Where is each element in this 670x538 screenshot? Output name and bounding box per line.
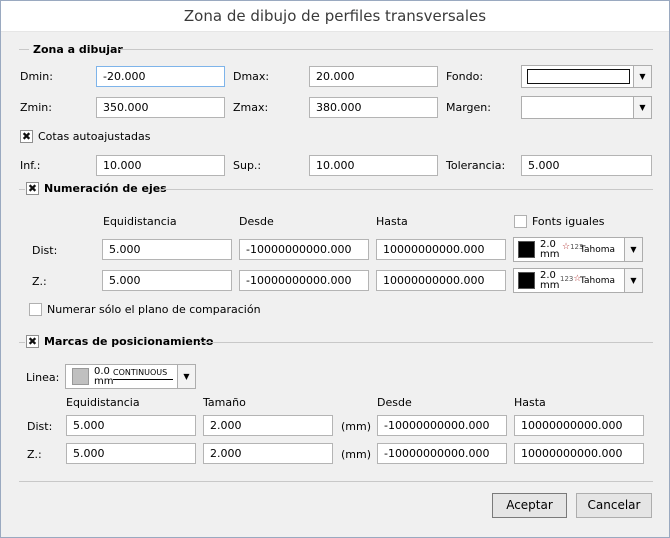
marcas-z-desde-input[interactable]: -10000000000.000 <box>377 443 507 464</box>
chevron-down-icon[interactable]: ▼ <box>633 66 651 87</box>
numerar-plano-checkbox[interactable] <box>29 303 42 316</box>
marcas-z-hasta-input[interactable]: 10000000000.000 <box>514 443 644 464</box>
cotas-checkbox[interactable]: ✖ <box>20 130 33 143</box>
tolerancia-label: Tolerancia: <box>446 159 506 172</box>
chevron-down-icon[interactable]: ▼ <box>624 269 642 292</box>
num-z-equidistancia-input[interactable]: 5.000 <box>102 270 232 291</box>
num-dist-font-combo[interactable]: 2.0 mm ☆123 Tahoma ▼ <box>513 237 643 262</box>
zmax-label: Zmax: <box>233 101 269 114</box>
marcas-dist-equidistancia-input[interactable]: 5.000 <box>66 415 196 436</box>
marcas-col-desde: Desde <box>377 396 412 409</box>
cotas-label: Cotas autoajustadas <box>38 130 151 143</box>
line-width-unit: mm <box>94 376 114 387</box>
numeracion-checkbox[interactable]: ✖ <box>26 182 39 195</box>
zona-group-title: Zona a dibujar <box>33 43 123 56</box>
marcas-dist-label: Dist: <box>27 420 53 433</box>
margen-label: Margen: <box>446 101 491 114</box>
num-z-label: Z.: <box>32 275 47 288</box>
font-size-unit: mm <box>540 280 560 291</box>
marcas-z-label: Z.: <box>27 448 42 461</box>
chevron-down-icon[interactable]: ▼ <box>624 238 642 261</box>
col-desde-header: Desde <box>239 215 274 228</box>
footer-separator <box>19 481 653 482</box>
dmax-input[interactable]: 20.000 <box>309 66 438 87</box>
marcas-separator-right <box>199 342 653 343</box>
marcas-col-tamano: Tamaño <box>203 396 246 409</box>
marcas-z-unit: (mm) <box>341 448 372 461</box>
line-color-swatch <box>72 368 89 385</box>
fondo-color-combo[interactable]: ▼ <box>521 65 652 88</box>
num-z-hasta-input[interactable]: 10000000000.000 <box>376 270 506 291</box>
sup-input[interactable]: 10.000 <box>309 155 438 176</box>
marcas-dist-tamano-input[interactable]: 2.000 <box>203 415 333 436</box>
marcas-checkbox[interactable]: ✖ <box>26 335 39 348</box>
chevron-down-icon[interactable]: ▼ <box>633 97 651 118</box>
font-color-swatch <box>518 241 535 258</box>
fondo-label: Fondo: <box>446 70 484 83</box>
marcas-dist-desde-input[interactable]: -10000000000.000 <box>377 415 507 436</box>
sup-label: Sup.: <box>233 159 262 172</box>
font-type-icon: 123☆ <box>560 274 582 284</box>
marcas-separator-left <box>19 342 25 343</box>
inf-input[interactable]: 10.000 <box>96 155 225 176</box>
zmin-label: Zmin: <box>20 101 52 114</box>
inf-label: Inf.: <box>20 159 41 172</box>
cancel-button[interactable]: Cancelar <box>576 493 652 518</box>
dmin-label: Dmin: <box>20 70 53 83</box>
numeracion-separator-right <box>159 189 653 190</box>
chevron-down-icon[interactable]: ▼ <box>177 365 195 388</box>
num-dist-label: Dist: <box>32 244 58 257</box>
dmax-label: Dmax: <box>233 70 270 83</box>
linea-combo[interactable]: 0.0 mm CONTINUOUS ▼ <box>65 364 196 389</box>
fonts-iguales-label: Fonts iguales <box>532 215 605 228</box>
marcas-z-equidistancia-input[interactable]: 5.000 <box>66 443 196 464</box>
marcas-col-equidistancia: Equidistancia <box>66 396 140 409</box>
marcas-dist-unit: (mm) <box>341 420 372 433</box>
num-dist-hasta-input[interactable]: 10000000000.000 <box>376 239 506 260</box>
dmin-input[interactable]: -20.000 <box>96 66 225 87</box>
marcas-z-tamano-input[interactable]: 2.000 <box>203 443 333 464</box>
linea-label: Linea: <box>26 371 60 384</box>
font-color-swatch <box>518 272 535 289</box>
line-type-sample <box>113 379 173 380</box>
marcas-group-title: Marcas de posicionamiento <box>44 335 214 348</box>
zmax-input[interactable]: 380.000 <box>309 97 438 118</box>
num-dist-equidistancia-input[interactable]: 5.000 <box>102 239 232 260</box>
tolerancia-input[interactable]: 5.000 <box>521 155 652 176</box>
zona-separator-right <box>119 49 653 50</box>
font-size-unit: mm <box>540 249 560 260</box>
line-type-name: CONTINUOUS <box>113 368 168 377</box>
marcas-col-hasta: Hasta <box>514 396 546 409</box>
margen-combo[interactable]: ▼ <box>521 96 652 119</box>
font-name: Tahoma <box>580 276 616 286</box>
fonts-iguales-checkbox[interactable] <box>514 215 527 228</box>
zona-separator-left <box>19 49 29 50</box>
num-z-font-combo[interactable]: 2.0 mm 123☆ Tahoma ▼ <box>513 268 643 293</box>
col-equidistancia-header: Equidistancia <box>103 215 177 228</box>
dialog-window: Zona de dibujo de perfiles transversales… <box>0 0 670 538</box>
accept-button[interactable]: Aceptar <box>492 493 567 518</box>
num-dist-desde-input[interactable]: -10000000000.000 <box>239 239 369 260</box>
marcas-dist-hasta-input[interactable]: 10000000000.000 <box>514 415 644 436</box>
fondo-color-swatch <box>527 69 630 84</box>
numeracion-group-title: Numeración de ejes <box>44 182 167 195</box>
col-hasta-header: Hasta <box>376 215 408 228</box>
num-z-desde-input[interactable]: -10000000000.000 <box>239 270 369 291</box>
numerar-plano-label: Numerar sólo el plano de comparación <box>47 303 261 316</box>
font-name: Tahoma <box>580 245 616 255</box>
dialog-title: Zona de dibujo de perfiles transversales <box>1 1 669 32</box>
numeracion-separator-left <box>19 189 25 190</box>
zmin-input[interactable]: 350.000 <box>96 97 225 118</box>
